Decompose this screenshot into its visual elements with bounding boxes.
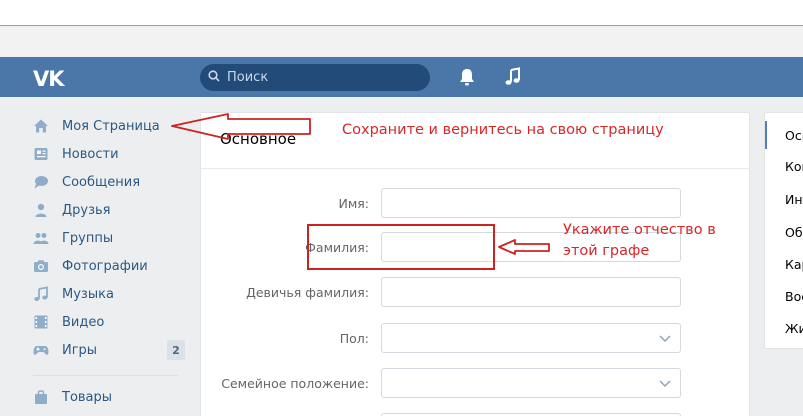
- annotation-patronymic: Укажите отчество в этой графе: [563, 222, 716, 259]
- sidebar-item-news[interactable]: Новости: [33, 140, 185, 168]
- page-title: Основное: [220, 130, 297, 148]
- gender-select[interactable]: [381, 323, 681, 353]
- browser-tab-strip: [0, 0, 803, 26]
- vk-logo[interactable]: VK: [33, 67, 65, 91]
- left-sidebar: Моя Страница Новости Сообщения Друзья Гр…: [0, 97, 200, 416]
- sidebar-item-label: Моя Страница: [62, 118, 160, 134]
- bell-icon[interactable]: [458, 67, 476, 87]
- sidebar-item-goods[interactable]: Товары: [33, 383, 185, 411]
- chevron-down-icon: [659, 335, 671, 343]
- right-menu-item-basic[interactable]: Осн: [785, 128, 803, 143]
- search-box[interactable]: [200, 64, 430, 91]
- search-icon: [208, 70, 220, 82]
- top-header: VK: [0, 57, 803, 97]
- right-menu-item-military[interactable]: Вое: [785, 289, 803, 304]
- friend-icon: [35, 203, 47, 217]
- camera-icon: [34, 260, 48, 272]
- music-note-icon[interactable]: [504, 67, 522, 87]
- gender-label: Пол:: [339, 331, 369, 346]
- sidebar-item-label: Игры: [62, 342, 98, 358]
- right-nav-menu: Осн Кон Инт Обр Кар Вое Жиз: [764, 112, 803, 349]
- right-menu-item-contacts[interactable]: Кон: [785, 159, 803, 174]
- sidebar-item-label: Группы: [62, 230, 114, 246]
- music-icon: [34, 286, 48, 301]
- sidebar-item-groups[interactable]: Группы: [33, 224, 185, 252]
- browser-toolbar: [0, 27, 803, 57]
- sidebar-item-label: Товары: [62, 389, 113, 405]
- sidebar-item-games[interactable]: Игры 2: [33, 336, 185, 364]
- news-icon: [34, 148, 48, 160]
- sidebar-item-label: Видео: [62, 314, 105, 330]
- gamepad-icon: [33, 346, 49, 355]
- marital-status-select[interactable]: [381, 368, 681, 398]
- maiden-name-field[interactable]: [381, 277, 681, 307]
- search-input[interactable]: [227, 64, 422, 91]
- bag-icon: [35, 390, 47, 404]
- panel-divider: [201, 168, 749, 169]
- first-name-field[interactable]: [381, 188, 681, 218]
- sidebar-item-messages[interactable]: Сообщения: [33, 168, 185, 196]
- games-count-badge: 2: [167, 340, 185, 360]
- sidebar-item-photos[interactable]: Фотографии: [33, 252, 185, 280]
- sidebar-item-label: Фотографии: [62, 258, 148, 274]
- sidebar-item-label: Новости: [62, 146, 119, 162]
- groups-icon: [33, 233, 49, 244]
- sidebar-item-label: Сообщения: [62, 174, 141, 190]
- maiden-name-label: Девичья фамилия:: [246, 285, 369, 300]
- sidebar-item-friends[interactable]: Друзья: [33, 196, 185, 224]
- sidebar-item-video[interactable]: Видео: [33, 308, 185, 336]
- sidebar-item-my-page[interactable]: Моя Страница: [33, 112, 185, 140]
- chevron-down-icon: [659, 380, 671, 388]
- video-icon: [34, 315, 48, 329]
- marital-status-label: Семейное положение:: [221, 376, 369, 391]
- first-name-label: Имя:: [338, 196, 369, 211]
- right-menu-item-education[interactable]: Обр: [785, 225, 803, 240]
- active-indicator: [765, 121, 767, 149]
- sidebar-item-label: Музыка: [62, 286, 114, 302]
- annotation-highlight-box: [307, 224, 495, 270]
- annotation-save-return: Сохраните и вернитесь на свою страницу: [342, 122, 664, 138]
- right-menu-item-career[interactable]: Кар: [785, 257, 803, 272]
- right-menu-item-interests[interactable]: Инт: [785, 192, 803, 207]
- sidebar-divider: [33, 375, 178, 376]
- sidebar-item-music[interactable]: Музыка: [33, 280, 185, 308]
- home-icon: [34, 119, 48, 133]
- right-menu-item-life-position[interactable]: Жиз: [785, 321, 803, 336]
- messages-icon: [34, 176, 48, 189]
- sidebar-item-label: Друзья: [62, 202, 111, 218]
